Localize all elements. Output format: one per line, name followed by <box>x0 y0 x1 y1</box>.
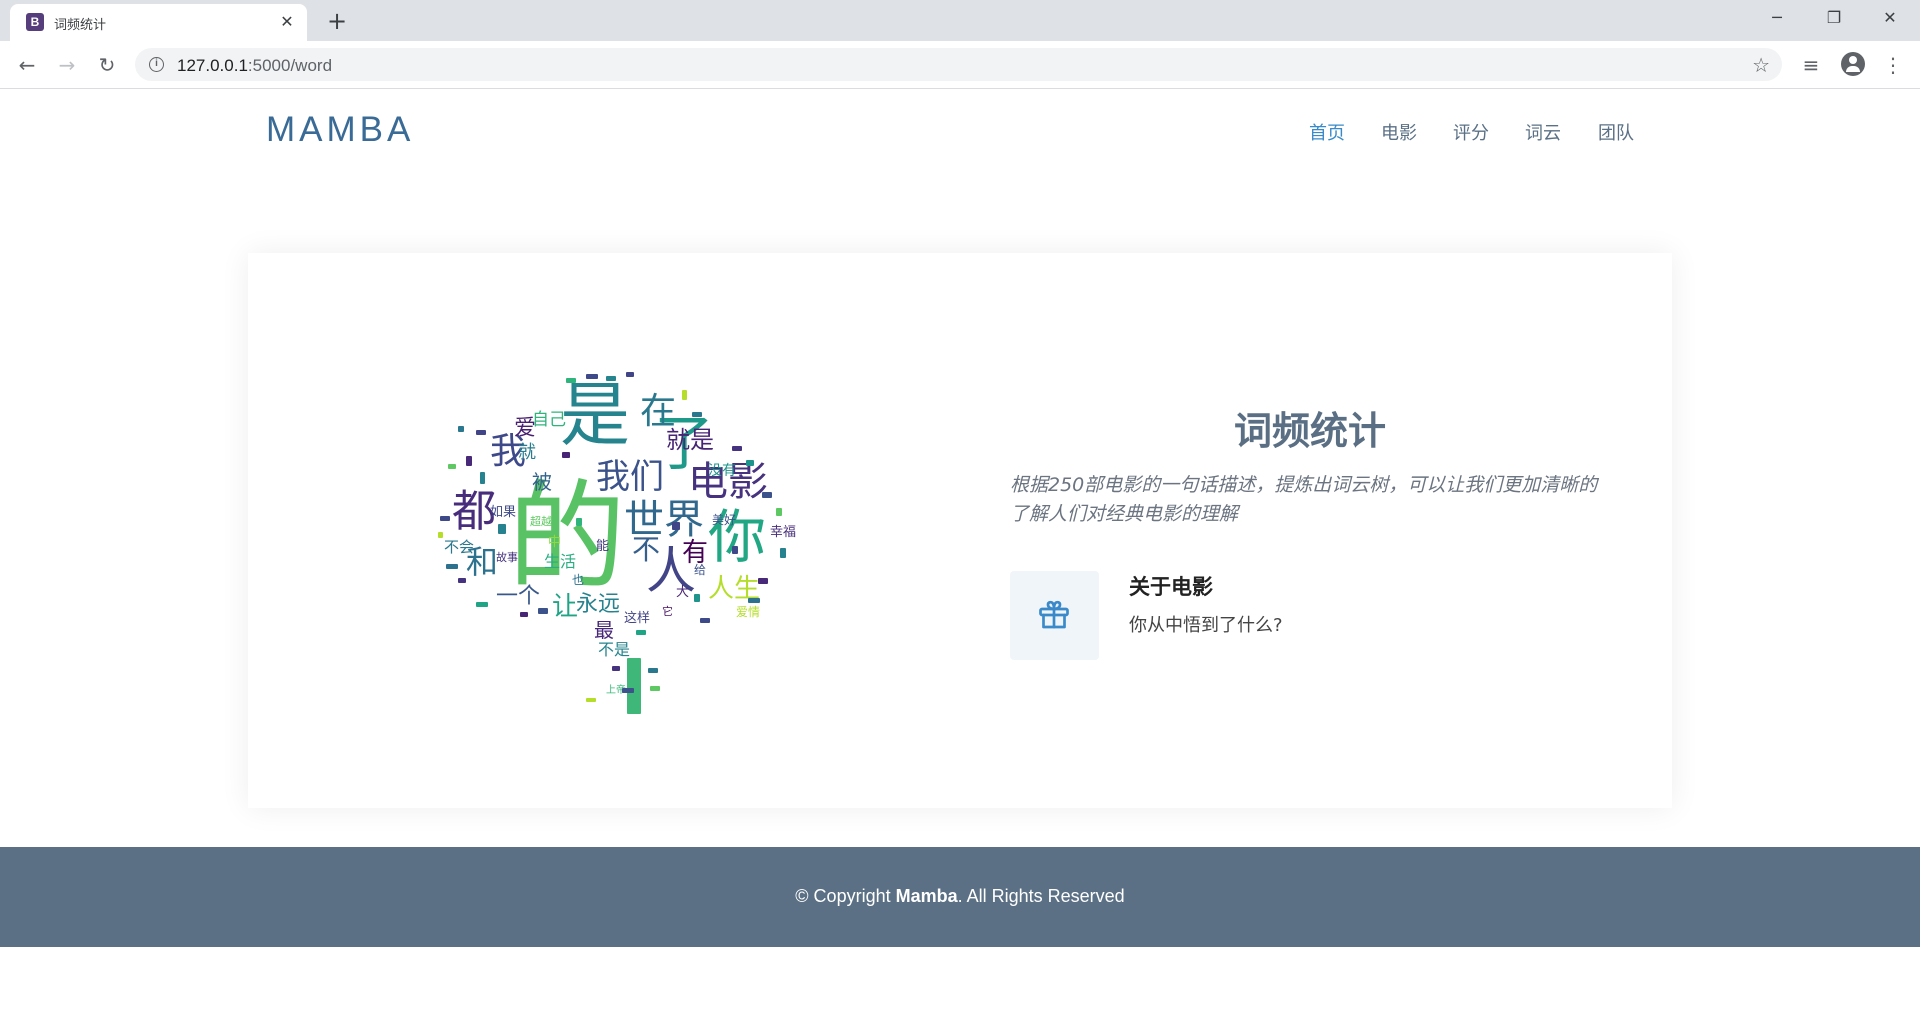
word-cloud-word: 大 <box>676 585 690 600</box>
browser-tab[interactable]: B 词频统计 ✕ <box>10 4 307 41</box>
tab-title: 词频统计 <box>54 18 107 33</box>
url-path: :5000/word <box>247 56 333 75</box>
media-playlist-icon[interactable]: ≡ <box>1797 51 1825 79</box>
nav-item-team[interactable]: 团队 <box>1598 119 1634 145</box>
word-cloud-word: 就是 <box>666 426 714 454</box>
restore-button[interactable]: ❐ <box>1806 0 1862 36</box>
site-info-icon[interactable]: i <box>149 57 164 72</box>
word-cloud-tree: 的 是 你 了 人 电影 世界 我们 都 和 在 我 就是 人生 有 不 永远 … <box>436 368 797 714</box>
reload-icon[interactable]: ↻ <box>93 51 121 79</box>
tab-close-icon[interactable]: ✕ <box>277 12 297 32</box>
word-cloud-word: 让 <box>552 592 579 622</box>
feature-title: 关于电影 <box>1129 575 1213 599</box>
word-cloud-word: 不会 <box>444 538 475 556</box>
url-text[interactable]: 127.0.0.1:5000/word <box>177 56 332 76</box>
copyright-text: © Copyright Mamba. All Rights Reserved <box>0 886 1920 907</box>
browser-tab-bar: B 词频统计 ✕ + ─ ❐ ✕ <box>0 0 1920 41</box>
bookmark-star-icon[interactable]: ☆ <box>1752 53 1770 77</box>
copyright-brand: Mamba <box>895 886 958 906</box>
word-cloud-word: 这样 <box>624 611 651 626</box>
feature-icon-box <box>1010 571 1099 660</box>
site-logo[interactable]: MAMBA <box>266 110 414 150</box>
minimize-button[interactable]: ─ <box>1749 0 1805 36</box>
copyright-suffix: . All Rights Reserved <box>957 886 1125 906</box>
word-cloud-word: 能 <box>596 539 610 554</box>
word-cloud-word: 生活 <box>544 552 577 571</box>
word-cloud-word: 它 <box>662 605 673 618</box>
word-cloud-word: 我们 <box>596 457 664 497</box>
url-host: 127.0.0.1 <box>177 56 248 75</box>
gift-icon <box>1039 600 1069 629</box>
word-cloud-word: 超越 <box>530 515 552 528</box>
word-cloud-word: 就 <box>518 442 536 463</box>
word-cloud-word: 最 <box>594 618 614 642</box>
window-close-button[interactable]: ✕ <box>1862 0 1918 36</box>
word-cloud-word: 一个 <box>496 584 541 609</box>
nav-item-ratings[interactable]: 评分 <box>1453 119 1489 145</box>
word-cloud-word: 幸福 <box>770 525 797 540</box>
word-cloud-word: 中 <box>548 535 562 550</box>
copyright-prefix: © Copyright <box>795 886 896 906</box>
browser-toolbar: ← → ↻ i 127.0.0.1:5000/word ☆ ≡ ⋮ <box>0 41 1920 89</box>
address-bar[interactable]: i 127.0.0.1:5000/word ☆ <box>135 48 1782 81</box>
word-cloud-word: 是 <box>560 374 630 456</box>
word-cloud-word: 永远 <box>576 592 621 617</box>
word-cloud-word: 不是 <box>598 640 631 659</box>
word-cloud-word: 如果 <box>490 505 517 520</box>
word-cloud-word: 也 <box>572 573 585 587</box>
feature-text: 你从中悟到了什么? <box>1129 615 1283 636</box>
page-title: 词频统计 <box>1233 409 1386 453</box>
profile-avatar-icon[interactable] <box>1841 52 1865 76</box>
content-card: 的 是 你 了 人 电影 世界 我们 都 和 在 我 就是 人生 有 不 永远 … <box>248 253 1672 808</box>
word-cloud-word: 爱情 <box>736 605 761 619</box>
word-cloud-word: 不 <box>632 533 661 566</box>
nav-item-wordcloud[interactable]: 词云 <box>1525 119 1561 145</box>
word-cloud-word: 被 <box>532 470 552 494</box>
word-cloud-word: 故事 <box>496 551 518 564</box>
word-cloud-word: 没有 <box>708 463 736 479</box>
word-cloud-word: 美好 <box>712 513 737 527</box>
forward-arrow-icon[interactable]: → <box>53 51 81 79</box>
nav-item-movies[interactable]: 电影 <box>1381 119 1417 145</box>
word-cloud-word: 给 <box>694 563 707 577</box>
word-cloud-word: 自己 <box>532 410 566 430</box>
browser-menu-icon[interactable]: ⋮ <box>1879 51 1907 79</box>
nav-item-home[interactable]: 首页 <box>1309 119 1345 145</box>
back-arrow-icon[interactable]: ← <box>13 51 41 79</box>
page-description: 根据250部电影的一句话描述，提炼出词云树，可以让我们更加清晰的了解人们对经典电… <box>1010 474 1598 525</box>
word-cloud-word: 在 <box>640 391 677 432</box>
bootstrap-favicon-icon: B <box>26 13 44 31</box>
new-tab-button[interactable]: + <box>323 7 351 35</box>
site-footer: © Copyright Mamba. All Rights Reserved <box>0 847 1920 947</box>
